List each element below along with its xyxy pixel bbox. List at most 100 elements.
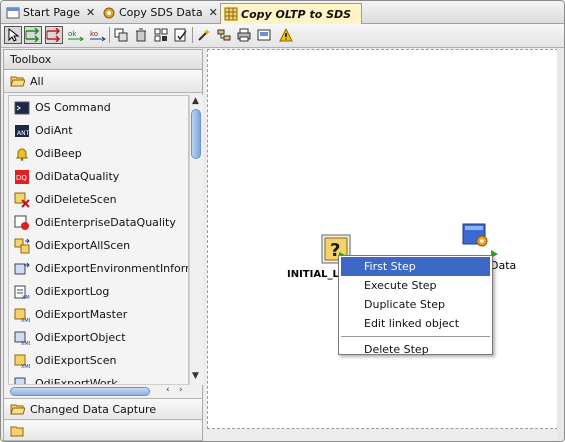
tool-label: OdiEnterpriseDataQuality — [35, 216, 176, 229]
scroll-left-arrow-icon[interactable]: ‹ — [166, 385, 170, 395]
tab-start-page[interactable]: Start Page ✕ — [3, 3, 95, 22]
toolbox-tool-list: OS Command ANT OdiAnt OdiBeep DQ OdiData… — [8, 95, 189, 385]
canvas-right-edge — [557, 49, 564, 441]
toolbox-horizontal-scrollbar[interactable]: ‹ › — [8, 384, 189, 398]
validate-icon — [174, 28, 187, 42]
package-gear-icon — [103, 7, 115, 18]
next-step-ok-button[interactable] — [24, 26, 42, 44]
menu-separator — [341, 336, 490, 337]
package-editor-window: Start Page ✕ Copy SDS Data ✕ Copy OLTP t… — [0, 0, 565, 442]
horizontal-scroll-thumb[interactable] — [10, 387, 150, 396]
tool-odideletescen[interactable]: OdiDeleteScen — [9, 188, 188, 211]
ko-link-button[interactable]: ko — [89, 26, 107, 44]
tool-odiexportmaster[interactable]: XML OdiExportMaster — [9, 303, 188, 326]
start-page-icon — [6, 7, 20, 18]
delete-icon — [136, 28, 146, 42]
export-all-scen-icon — [14, 238, 30, 253]
close-icon[interactable]: ✕ — [209, 6, 218, 19]
tool-odiexportenvironmentinformation[interactable]: OdiExportEnvironmentInform — [9, 257, 188, 280]
tab-copy-oltp-to-sds[interactable]: Copy OLTP to SDS — [220, 3, 362, 24]
step-context-menu: First Step Execute Step Duplicate Step E… — [338, 255, 493, 356]
scroll-down-arrow-icon[interactable]: ▼ — [192, 371, 199, 381]
next-step-ko-button[interactable] — [45, 26, 63, 44]
ko-link-icon: ko — [90, 30, 106, 42]
menu-item-edit-linked-object[interactable]: Edit linked object — [339, 314, 492, 333]
svg-text:XML: XML — [21, 364, 30, 369]
terminal-icon — [14, 101, 30, 114]
data-quality-icon: DQ — [15, 169, 29, 184]
wand-icon — [198, 29, 210, 41]
tab-copy-sds-data[interactable]: Copy SDS Data ✕ — [99, 3, 218, 22]
toolbox-vertical-scrollbar[interactable]: ▲ ▼ — [189, 95, 203, 385]
folder-icon — [10, 426, 24, 436]
tool-odiexportlog[interactable]: XML OdiExportLog — [9, 280, 188, 303]
ok-link-icon: ok — [68, 30, 84, 42]
tab-label: Copy OLTP to SDS — [241, 7, 352, 21]
folder-open-icon — [10, 76, 25, 87]
section-label: All — [30, 74, 44, 88]
tool-os-command[interactable]: OS Command — [9, 96, 188, 119]
rearrange-button[interactable] — [215, 26, 233, 44]
duplicate-button[interactable] — [112, 26, 130, 44]
toolbox-title: Toolbox — [4, 50, 202, 70]
svg-text:ko: ko — [90, 30, 98, 38]
delete-button[interactable] — [132, 26, 150, 44]
grid-package-icon — [224, 7, 238, 21]
close-icon[interactable]: ✕ — [86, 6, 95, 19]
tool-odidataquality[interactable]: DQ OdiDataQuality — [9, 165, 188, 188]
export-master-icon: XML — [14, 308, 30, 323]
select-tool-button[interactable] — [4, 26, 22, 44]
print-button[interactable] — [235, 26, 253, 44]
tool-odiexportallscen[interactable]: OdiExportAllScen — [9, 234, 188, 257]
section-label: Changed Data Capture — [30, 402, 157, 416]
menu-item-delete-step[interactable]: Delete Step — [339, 340, 492, 359]
tool-odienterprisedataquality[interactable]: OdiEnterpriseDataQuality — [9, 211, 188, 234]
duplicate-icon — [114, 28, 128, 42]
toolbar-separator — [109, 27, 110, 43]
toolbox-panel: Toolbox All OS Command ANT OdiAnt OdiBee… — [3, 49, 203, 441]
svg-text:DQ: DQ — [16, 174, 27, 182]
tool-label: OS Command — [35, 101, 111, 114]
tool-label: OdiDeleteScen — [35, 193, 117, 206]
tool-odiexportscen[interactable]: XML OdiExportScen — [9, 349, 188, 372]
tool-label: OdiAnt — [35, 124, 73, 137]
scroll-right-arrow-icon[interactable]: › — [179, 385, 183, 395]
editor-tab-bar: Start Page ✕ Copy SDS Data ✕ Copy OLTP t… — [1, 1, 564, 24]
svg-text:XML: XML — [21, 341, 30, 346]
svg-text:ok: ok — [68, 30, 77, 38]
export-log-icon: XML — [14, 285, 30, 300]
tab-label: Start Page — [23, 6, 80, 19]
select-pointer-icon — [8, 28, 20, 42]
package-diagram-canvas[interactable] — [207, 49, 558, 429]
tool-odiant[interactable]: ANT OdiAnt — [9, 119, 188, 142]
delete-scenario-icon — [14, 192, 30, 208]
step-copy-data[interactable] — [462, 223, 490, 249]
ok-link-button[interactable]: ok — [67, 26, 85, 44]
menu-item-first-step[interactable]: First Step — [341, 257, 490, 276]
enterprise-dq-icon — [14, 215, 29, 230]
arrange-button[interactable] — [152, 26, 170, 44]
menu-item-execute-step[interactable]: Execute Step — [339, 276, 492, 295]
tool-label: OdiExportEnvironmentInform — [35, 262, 189, 275]
warning-icon — [279, 28, 293, 42]
scroll-up-arrow-icon[interactable]: ▲ — [192, 96, 199, 106]
toolbox-section-next[interactable] — [4, 421, 202, 441]
folder-open-icon — [10, 404, 25, 415]
ant-icon: ANT — [15, 124, 30, 137]
vertical-scroll-thumb[interactable] — [191, 109, 201, 159]
warning-button[interactable] — [277, 26, 295, 44]
toolbox-section-changed-data-capture[interactable]: Changed Data Capture — [4, 398, 202, 420]
menu-item-duplicate-step[interactable]: Duplicate Step — [339, 295, 492, 314]
bell-icon — [15, 148, 29, 161]
wand-button[interactable] — [195, 26, 213, 44]
tool-odiexportobject[interactable]: XML OdiExportObject — [9, 326, 188, 349]
tool-odibeep[interactable]: OdiBeep — [9, 142, 188, 165]
validate-button[interactable] — [172, 26, 190, 44]
tool-label: OdiBeep — [35, 147, 82, 160]
toolbox-section-all[interactable]: All — [4, 70, 202, 93]
step-label: Data — [490, 259, 517, 272]
svg-text:ANT: ANT — [17, 130, 30, 137]
tool-label: OdiDataQuality — [35, 170, 120, 183]
save-image-button[interactable] — [255, 26, 273, 44]
tool-label: OdiExportAllScen — [35, 239, 131, 252]
